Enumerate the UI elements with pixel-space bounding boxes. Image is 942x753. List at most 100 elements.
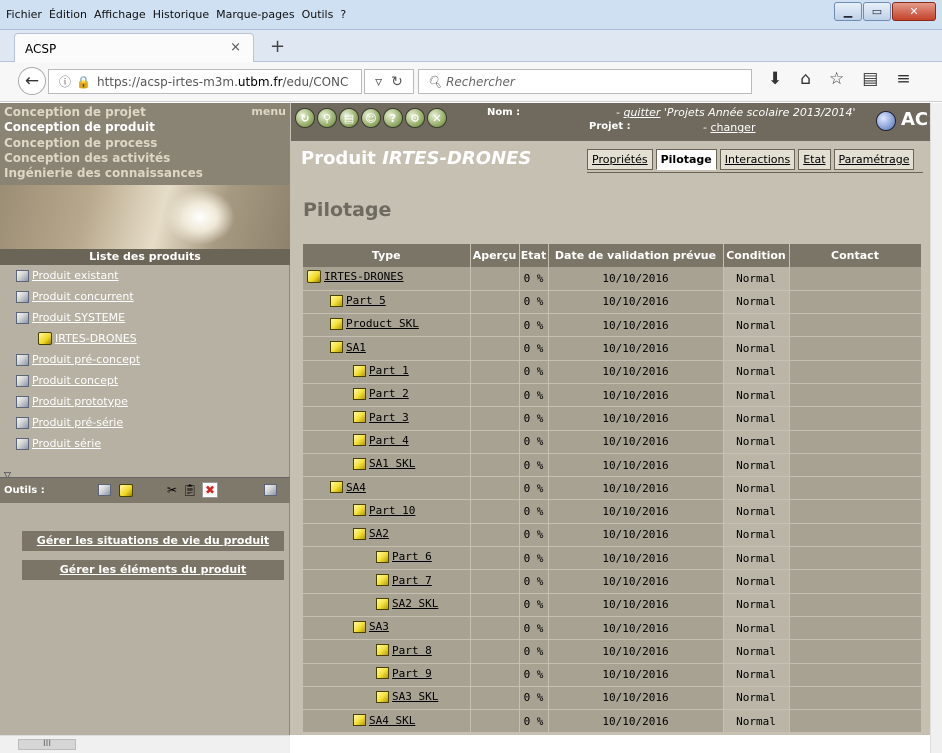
category-conception-projet[interactable]: Conception de projet	[4, 105, 146, 119]
bookmark-star-icon[interactable]: ☆	[829, 69, 844, 89]
item-name[interactable]: Part 6	[392, 550, 432, 563]
item-name[interactable]: SA2	[369, 527, 389, 540]
category-conception-activites[interactable]: Conception des activités	[4, 151, 170, 165]
menu-affichage[interactable]: Affichage	[94, 8, 146, 21]
menu-fichier[interactable]: Fichier	[6, 8, 42, 21]
product-item[interactable]: Produit existant	[16, 269, 118, 282]
type-cell[interactable]: Part 1	[303, 360, 471, 384]
item-name[interactable]: SA2 SKL	[392, 597, 438, 610]
item-name[interactable]: SA1	[346, 341, 366, 354]
item-name[interactable]: SA3	[369, 620, 389, 633]
mail-icon[interactable]	[876, 111, 896, 131]
paste-icon[interactable]: 📋︎	[182, 482, 198, 498]
item-name[interactable]: SA1 SKL	[369, 457, 415, 470]
menu-help[interactable]: ?	[340, 8, 346, 21]
vertical-scrollbar[interactable]	[930, 103, 942, 753]
horizontal-scrollbar[interactable]: III	[0, 735, 290, 753]
type-cell[interactable]: Part 7	[303, 569, 471, 594]
reading-list-icon[interactable]: ▤	[862, 69, 878, 89]
type-cell[interactable]: Part 4	[303, 430, 471, 454]
minimize-icon[interactable]: ▁	[834, 2, 862, 21]
new-tab-icon[interactable]: +	[270, 36, 285, 57]
menu-edition[interactable]: Édition	[49, 8, 87, 21]
type-cell[interactable]: Part 8	[303, 639, 471, 664]
manage-product-elements-button[interactable]: Gérer les éléments du produit	[22, 560, 284, 580]
settings-icon[interactable]: ⚙	[405, 108, 425, 128]
manage-life-situations-button[interactable]: Gérer les situations de vie du produit	[22, 531, 284, 551]
category-conception-produit[interactable]: Conception de produit	[4, 120, 155, 134]
cut-icon[interactable]: ✂	[164, 482, 180, 498]
category-ingenierie[interactable]: Ingénierie des connaissances	[4, 166, 203, 180]
product-item[interactable]: Produit prototype	[16, 395, 128, 408]
home-icon[interactable]: ⌂	[800, 69, 811, 89]
url-bar[interactable]: ⓘ 🔒 https://acsp-irtes-m3m. utbm.fr/edu/C…	[48, 69, 362, 94]
tab-parametrage[interactable]: Paramétrage	[833, 149, 915, 170]
user-icon[interactable]: ☺	[361, 108, 381, 128]
product-item[interactable]: Produit série	[16, 437, 101, 450]
type-cell[interactable]: Part 2	[303, 383, 471, 408]
tab-etat[interactable]: Etat	[798, 149, 831, 170]
copy-icon[interactable]	[262, 482, 278, 498]
search-icon[interactable]: ⚲	[317, 108, 337, 128]
hamburger-menu-icon[interactable]: ≡	[896, 69, 910, 89]
type-cell[interactable]: SA1	[303, 336, 471, 361]
item-name[interactable]: Part 7	[392, 574, 432, 587]
item-name[interactable]: Part 3	[369, 411, 409, 424]
reload-icon[interactable]: ▿ ↻	[364, 69, 414, 94]
quit-project-link[interactable]: - quitter 'Projets Année scolaire 2013/2…	[616, 106, 856, 119]
help-icon[interactable]: ?	[383, 108, 403, 128]
tab-interactions[interactable]: Interactions	[719, 149, 796, 170]
type-cell[interactable]: Product SKL	[303, 313, 471, 338]
type-cell[interactable]: SA2	[303, 523, 471, 548]
type-cell[interactable]: Part 10	[303, 499, 471, 524]
new-product-icon[interactable]	[96, 482, 112, 498]
item-name[interactable]: Part 5	[346, 294, 386, 307]
back-arrow-icon[interactable]: ←	[18, 67, 46, 95]
type-cell[interactable]: SA4 SKL	[303, 709, 471, 734]
item-name[interactable]: Product SKL	[346, 317, 419, 330]
close-window-icon[interactable]: ✕	[892, 2, 936, 21]
new-assembly-icon[interactable]	[118, 482, 134, 498]
product-item[interactable]: Produit SYSTEME	[16, 311, 125, 324]
change-project-link[interactable]: - changer	[703, 121, 755, 134]
type-cell[interactable]: Part 3	[303, 406, 471, 431]
maximize-icon[interactable]: ▭	[863, 2, 891, 21]
item-name[interactable]: Part 1	[369, 364, 409, 377]
download-icon[interactable]: ⬇	[768, 69, 782, 89]
type-cell[interactable]: Part 5	[303, 290, 471, 315]
type-cell[interactable]: SA3	[303, 616, 471, 641]
product-item[interactable]: Produit pré-concept	[16, 353, 140, 366]
type-cell[interactable]: SA4	[303, 476, 471, 501]
menu-marque-pages[interactable]: Marque-pages	[216, 8, 294, 21]
type-cell[interactable]: Part 9	[303, 663, 471, 687]
type-cell[interactable]: SA2 SKL	[303, 593, 471, 617]
info-icon[interactable]: ⓘ	[59, 73, 71, 90]
item-name[interactable]: Part 10	[369, 504, 415, 517]
item-name[interactable]: SA3 SKL	[392, 690, 438, 703]
menu-outils[interactable]: Outils	[302, 8, 334, 21]
category-conception-process[interactable]: Conception de process	[4, 136, 157, 150]
type-cell[interactable]: IRTES-DRONES	[303, 267, 471, 291]
item-name[interactable]: Part 9	[392, 667, 432, 680]
sync-icon[interactable]: ↻	[295, 108, 315, 128]
product-item[interactable]: Produit pré-série	[16, 416, 123, 429]
item-name[interactable]: SA4 SKL	[369, 714, 415, 727]
menu-historique[interactable]: Historique	[153, 8, 209, 21]
item-name[interactable]: Part 8	[392, 644, 432, 657]
item-name[interactable]: IRTES-DRONES	[324, 270, 403, 283]
type-cell[interactable]: SA1 SKL	[303, 453, 471, 478]
item-name[interactable]: Part 4	[369, 434, 409, 447]
browser-tab[interactable]: ACSP ×	[14, 33, 254, 62]
search-input[interactable]: 🔍︎ Rechercher	[418, 69, 752, 94]
document-icon[interactable]: ▤	[339, 108, 359, 128]
product-item[interactable]: Produit concept	[16, 374, 118, 387]
product-item-selected[interactable]: IRTES-DRONES	[38, 332, 137, 345]
tools-icon[interactable]: ✕	[427, 108, 447, 128]
delete-icon[interactable]: ✖	[202, 482, 218, 498]
tab-pilotage[interactable]: Pilotage	[655, 149, 717, 170]
tab-proprietes[interactable]: Propriétés	[587, 149, 653, 170]
close-tab-icon[interactable]: ×	[230, 40, 241, 55]
item-name[interactable]: SA4	[346, 481, 366, 494]
product-item[interactable]: Produit concurrent	[16, 290, 134, 303]
item-name[interactable]: Part 2	[369, 387, 409, 400]
